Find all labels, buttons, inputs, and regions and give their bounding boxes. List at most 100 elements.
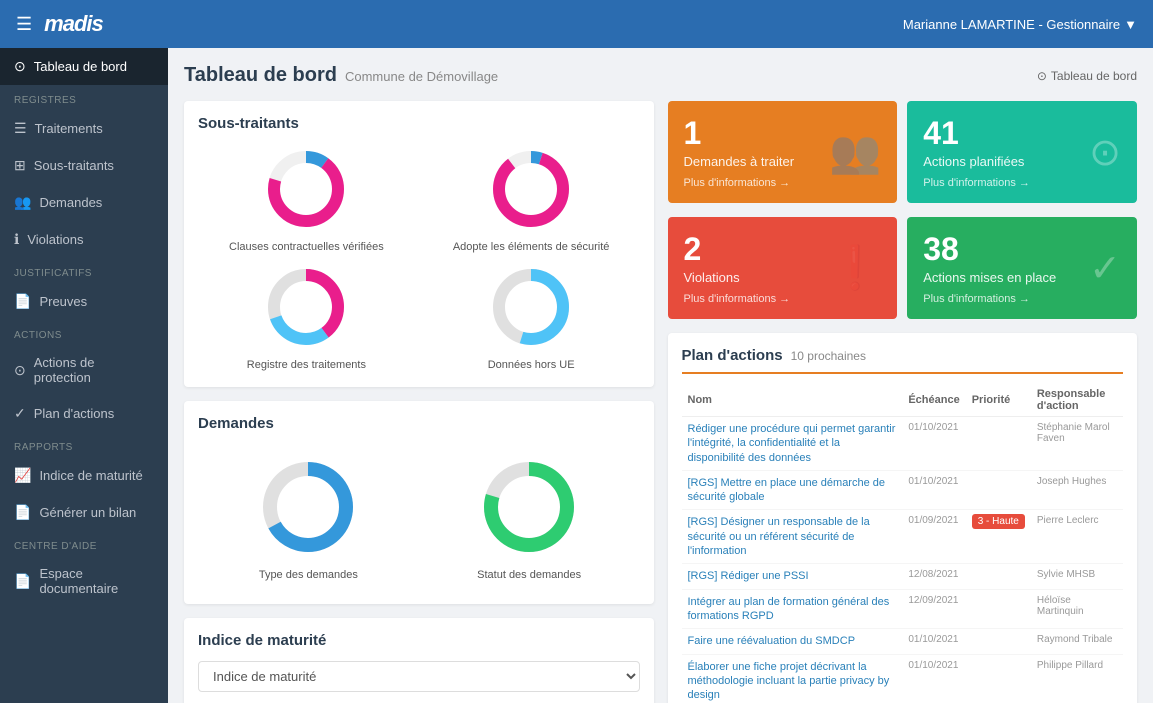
stat-actions-planifiees-link[interactable]: Plus d'informations →	[923, 177, 1030, 189]
breadcrumb-text: Tableau de bord	[1051, 69, 1137, 83]
sous-traitants-card: Sous-traitants Clauses contractuelles vé…	[184, 101, 654, 387]
table-row: Rédiger une procédure qui permet garanti…	[682, 417, 1124, 471]
action-responsable: Joseph Hughes	[1031, 470, 1123, 510]
plan-table-header: Nom Échéance Priorité Responsabled'actio…	[682, 384, 1124, 417]
action-name: [RGS] Désigner un responsable de la sécu…	[682, 510, 903, 564]
stat-actions-mises-number: 38	[923, 231, 1056, 268]
stat-actions-planifiees-label: Actions planifiées	[923, 154, 1030, 169]
page-title: Tableau de bord	[184, 64, 337, 87]
action-link[interactable]: [RGS] Mettre en place une démarche de sé…	[688, 477, 886, 503]
donut-registre-label: Registre des traitements	[247, 358, 366, 372]
navbar-brand: ☰ madis	[16, 11, 103, 37]
sidebar-item-violations[interactable]: ℹ Violations	[0, 221, 168, 258]
stat-card-actions-mises-left: 38 Actions mises en place Plus d'informa…	[923, 231, 1056, 305]
user-label: Marianne LAMARTINE - Gestionnaire	[903, 17, 1120, 32]
stat-demandes-link[interactable]: Plus d'informations →	[684, 177, 795, 189]
stat-violations-link[interactable]: Plus d'informations →	[684, 293, 791, 305]
stat-violations-label: Violations	[684, 270, 791, 285]
action-echeance: 01/10/2021	[902, 470, 965, 510]
sidebar-item-actions-protection[interactable]: ⊙ Actions de protection	[0, 345, 168, 395]
user-menu[interactable]: Marianne LAMARTINE - Gestionnaire ▼	[903, 17, 1137, 32]
plan-actions-count: 10 prochaines	[791, 349, 866, 363]
action-link[interactable]: [RGS] Rédiger une PSSI	[688, 570, 809, 582]
donut-registre-chart	[261, 262, 351, 352]
sidebar-section-actions: Actions	[0, 320, 168, 345]
target-stat-icon: ⊙	[1089, 130, 1121, 175]
stat-card-actions-mises-en-place: 38 Actions mises en place Plus d'informa…	[907, 217, 1137, 319]
action-link[interactable]: Intégrer au plan de formation général de…	[688, 596, 890, 622]
sidebar-item-traitements[interactable]: ☰ Traitements	[0, 110, 168, 147]
donut-type-chart	[253, 452, 363, 562]
people-stat-icon: 👥	[829, 128, 881, 177]
sidebar-item-espace-documentaire[interactable]: 📄 Espace documentaire	[0, 556, 168, 606]
navbar: ☰ madis Marianne LAMARTINE - Gestionnair…	[0, 0, 1153, 48]
sidebar-item-tableau-de-bord[interactable]: ⊙ Tableau de bord	[0, 48, 168, 85]
right-column: 1 Demandes à traiter Plus d'informations…	[668, 101, 1138, 703]
sidebar-item-demandes[interactable]: 👥 Demandes	[0, 184, 168, 221]
stat-cards-row-2: 2 Violations Plus d'informations → ❗ 38 …	[668, 217, 1138, 319]
doc-icon: 📄	[14, 504, 31, 521]
sidebar-label: Demandes	[39, 195, 102, 210]
action-priorite	[966, 470, 1031, 510]
table-row: Élaborer une fiche projet décrivant la m…	[682, 654, 1124, 703]
plan-actions-header: Plan d'actions 10 prochaines	[682, 347, 1124, 374]
sidebar-item-plan-actions[interactable]: ✓ Plan d'actions	[0, 395, 168, 432]
left-column: Sous-traitants Clauses contractuelles vé…	[184, 101, 654, 703]
sidebar-item-generer-bilan[interactable]: 📄 Générer un bilan	[0, 494, 168, 531]
action-priorite: 3 - Haute	[966, 510, 1031, 564]
action-link[interactable]: [RGS] Désigner un responsable de la sécu…	[688, 516, 870, 557]
page-subtitle: Commune de Démovillage	[345, 69, 498, 84]
stat-card-actions-planifiees: 41 Actions planifiées Plus d'information…	[907, 101, 1137, 203]
breadcrumb-icon: ⊙	[1037, 69, 1047, 83]
demandes-card: Demandes Type des demandes	[184, 401, 654, 604]
sidebar-label: Preuves	[39, 294, 87, 309]
page-header: Tableau de bord Commune de Démovillage ⊙…	[184, 64, 1137, 87]
col-echeance: Échéance	[902, 384, 965, 417]
donut-hors-ue-label: Données hors UE	[488, 358, 575, 372]
action-echeance: 01/10/2021	[902, 654, 965, 703]
donut-clauses-label: Clauses contractuelles vérifiées	[229, 240, 384, 254]
action-responsable: Pierre Leclerc	[1031, 510, 1123, 564]
sidebar-label: Sous-traitants	[34, 158, 114, 173]
sidebar-item-preuves[interactable]: 📄 Preuves	[0, 283, 168, 320]
page-title-area: Tableau de bord Commune de Démovillage	[184, 64, 498, 87]
info-icon: ℹ	[14, 231, 19, 248]
sidebar-label: Espace documentaire	[39, 566, 154, 596]
action-priorite	[966, 564, 1031, 589]
priority-badge: 3 - Haute	[972, 514, 1025, 529]
sidebar-section-registres: Registres	[0, 85, 168, 110]
table-row: Faire une réévaluation du SMDCP 01/10/20…	[682, 629, 1124, 654]
home-icon: ⊙	[14, 58, 26, 75]
action-priorite	[966, 417, 1031, 471]
donut-adopte: Adopte les éléments de sécurité	[423, 144, 640, 254]
sidebar-section-aide: Centre d'aide	[0, 531, 168, 556]
sidebar-label: Plan d'actions	[34, 406, 115, 421]
action-responsable: Raymond Tribale	[1031, 629, 1123, 654]
sidebar-label: Actions de protection	[34, 355, 154, 385]
stat-actions-mises-label: Actions mises en place	[923, 270, 1056, 285]
action-name: [RGS] Rédiger une PSSI	[682, 564, 903, 589]
action-link[interactable]: Élaborer une fiche projet décrivant la m…	[688, 661, 890, 702]
action-link[interactable]: Faire une réévaluation du SMDCP	[688, 635, 856, 647]
sidebar-item-sous-traitants[interactable]: ⊞ Sous-traitants	[0, 147, 168, 184]
shield-icon: ⊙	[14, 362, 26, 379]
sidebar-item-indice-maturite[interactable]: 📈 Indice de maturité	[0, 457, 168, 494]
col-priorite: Priorité	[966, 384, 1031, 417]
maturite-card: Indice de maturité Indice de maturité 13…	[184, 618, 654, 703]
plan-table-body: Rédiger une procédure qui permet garanti…	[682, 417, 1124, 703]
sidebar-label: Traitements	[35, 121, 103, 136]
action-link[interactable]: Rédiger une procédure qui permet garanti…	[688, 423, 896, 464]
maturite-select[interactable]: Indice de maturité	[198, 661, 640, 692]
plan-actions-title: Plan d'actions	[682, 347, 783, 364]
breadcrumb: ⊙ Tableau de bord	[1037, 69, 1137, 83]
list-icon: ☰	[14, 120, 27, 137]
hamburger-icon[interactable]: ☰	[16, 14, 32, 35]
action-echeance: 12/09/2021	[902, 589, 965, 629]
dashboard-grid: Sous-traitants Clauses contractuelles vé…	[184, 101, 1137, 703]
stat-actions-mises-link[interactable]: Plus d'informations →	[923, 293, 1056, 305]
action-name: Rédiger une procédure qui permet garanti…	[682, 417, 903, 471]
sous-traitants-title: Sous-traitants	[198, 115, 640, 132]
stat-demandes-label: Demandes à traiter	[684, 154, 795, 169]
action-name: [RGS] Mettre en place une démarche de sé…	[682, 470, 903, 510]
action-name: Intégrer au plan de formation général de…	[682, 589, 903, 629]
